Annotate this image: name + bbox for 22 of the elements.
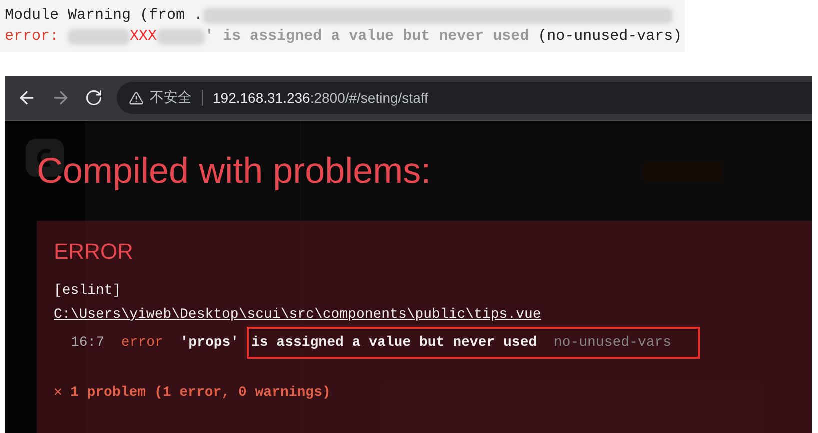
rule-name: (no-unused-vars) (538, 26, 682, 46)
reload-icon[interactable] (85, 89, 103, 107)
severity-label: error (121, 334, 164, 353)
error-message: ' is assigned a value but never used (205, 26, 530, 46)
security-label: 不安全 (150, 89, 192, 107)
warning-text: Module Warning (from . (5, 6, 204, 26)
error-label: error: (5, 26, 60, 46)
source-label: [eslint] (54, 282, 122, 301)
blurred-region (68, 28, 130, 44)
overlay-title: Compiled with problems: (37, 151, 432, 191)
variable-name: XXX (130, 26, 158, 46)
close-icon: ✕ (54, 381, 62, 405)
file-path: C:\Users\yiweb\Desktop\scui\src\components\public\tips.vue (54, 306, 542, 325)
line-position: 16:7 (71, 334, 105, 353)
error-heading: ERROR (54, 239, 134, 265)
address-bar[interactable]: 不安全 192.168.31.236:2800/#/seting/staff (117, 82, 812, 114)
warning-icon (129, 90, 144, 106)
blurred-region (157, 28, 206, 44)
variable-name: 'props' (180, 334, 240, 353)
url-text: 192.168.31.236:2800/#/seting/staff (213, 90, 428, 106)
highlight-frame: is assigned a value but never used no-unused-vars (247, 327, 700, 359)
problem-summary: 1 problem (1 error, 0 warnings) (70, 384, 331, 403)
